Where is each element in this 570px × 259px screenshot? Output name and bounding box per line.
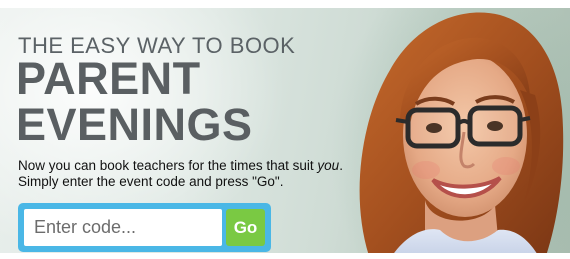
teacher-portrait-image xyxy=(359,12,564,259)
description: Now you can book teachers for the times … xyxy=(18,158,343,190)
headline-line-1: PARENT xyxy=(16,53,201,104)
event-code-form: Go xyxy=(18,203,271,252)
headline-line-2: EVENINGS xyxy=(16,99,253,150)
description-line-1: Now you can book teachers for the times … xyxy=(18,158,343,174)
event-code-input[interactable] xyxy=(24,209,222,246)
go-button[interactable]: Go xyxy=(226,209,265,246)
description-line-2: Simply enter the event code and press "G… xyxy=(18,174,284,189)
page-title: PARENT EVENINGS xyxy=(16,56,253,148)
hero-banner: THE EASY WAY TO BOOK PARENT EVENINGS Now… xyxy=(0,0,570,259)
description-line-1-text: Now you can book teachers for the times … xyxy=(18,158,318,173)
